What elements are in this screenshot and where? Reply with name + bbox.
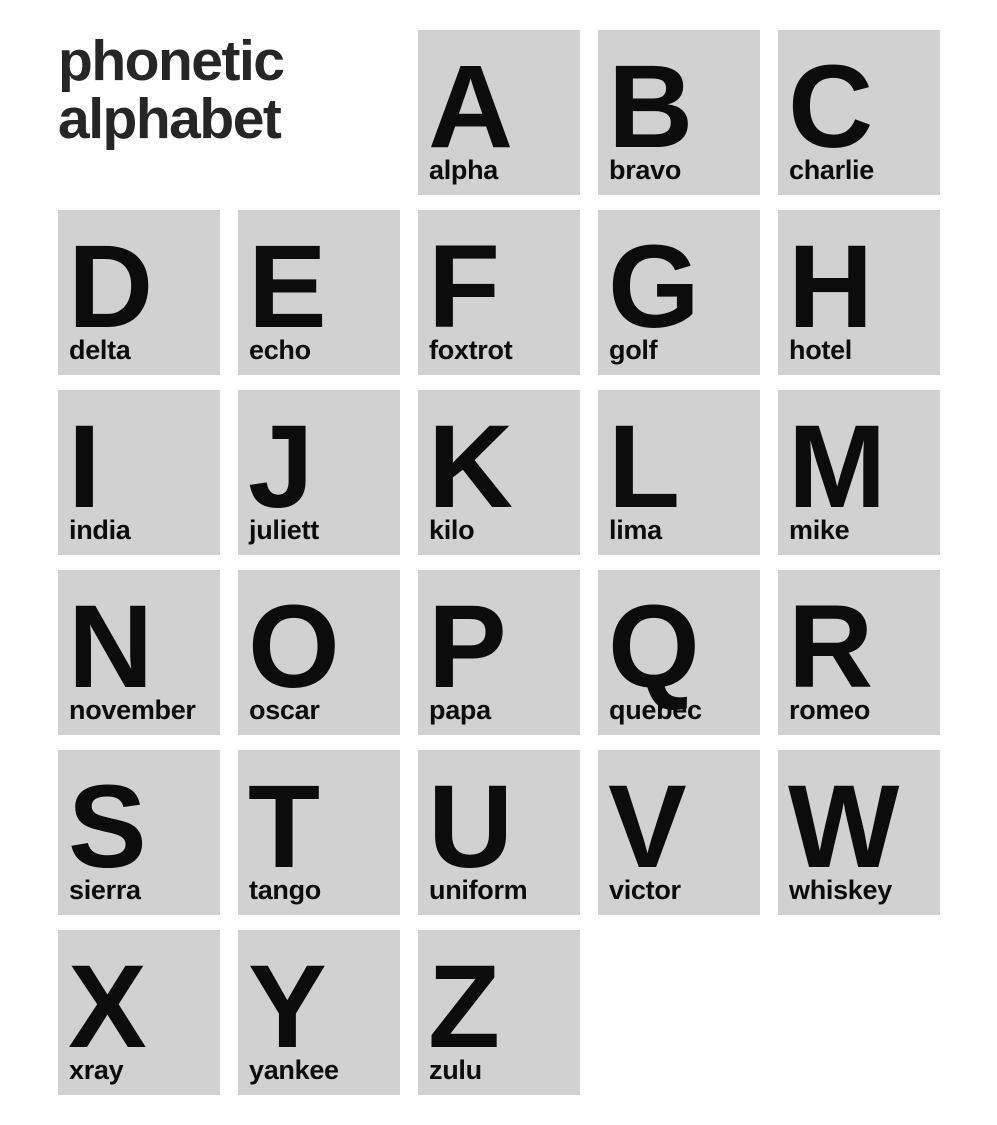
alphabet-cell-k[interactable]: Kkilo (418, 390, 580, 555)
alphabet-cell-i[interactable]: Iindia (58, 390, 220, 555)
alphabet-cell-l[interactable]: Llima (598, 390, 760, 555)
cell-codeword: zulu (429, 1055, 482, 1085)
cell-codeword: kilo (429, 515, 475, 545)
cell-letter: I (68, 401, 101, 533)
cell-codeword: hotel (789, 335, 852, 365)
cell-letter: R (788, 581, 873, 713)
cell-letter: Q (608, 581, 700, 713)
cell-letter: S (68, 761, 147, 893)
cell-letter: W (788, 761, 899, 893)
cell-codeword: uniform (429, 875, 528, 905)
cell-letter: P (428, 581, 507, 713)
cell-codeword: yankee (249, 1055, 339, 1085)
cell-letter: B (608, 41, 693, 173)
alphabet-cell-h[interactable]: Hhotel (778, 210, 940, 375)
alphabet-cell-x[interactable]: Xxray (58, 930, 220, 1095)
cell-codeword: alpha (429, 155, 499, 185)
cell-codeword: charlie (789, 155, 874, 185)
alphabet-cell-g[interactable]: Ggolf (598, 210, 760, 375)
cell-letter: G (608, 221, 700, 353)
cell-letter: V (608, 761, 687, 893)
alphabet-cell-q[interactable]: Qquebec (598, 570, 760, 735)
cell-letter: L (608, 401, 680, 533)
cell-codeword: xray (69, 1055, 124, 1085)
alphabet-cell-r[interactable]: Rromeo (778, 570, 940, 735)
cell-codeword: golf (609, 335, 658, 365)
cell-letter: Y (248, 941, 327, 1073)
cell-codeword: papa (429, 695, 491, 725)
cell-letter: J (248, 401, 314, 533)
cell-codeword: oscar (249, 695, 320, 725)
cell-codeword: november (69, 695, 196, 725)
alphabet-cell-e[interactable]: Eecho (238, 210, 400, 375)
cell-codeword: echo (249, 335, 311, 365)
alphabet-cell-a[interactable]: Aalpha (418, 30, 580, 195)
alphabet-cell-u[interactable]: Uuniform (418, 750, 580, 915)
cell-letter: M (788, 401, 886, 533)
alphabet-cell-n[interactable]: Nnovember (58, 570, 220, 735)
cell-codeword: quebec (609, 695, 702, 725)
cell-letter: N (68, 581, 153, 713)
cell-codeword: mike (789, 515, 850, 545)
alphabet-cell-c[interactable]: Ccharlie (778, 30, 940, 195)
alphabet-cell-z[interactable]: Zzulu (418, 930, 580, 1095)
cell-letter: C (788, 41, 873, 173)
cell-codeword: delta (69, 335, 131, 365)
alphabet-cell-p[interactable]: Ppapa (418, 570, 580, 735)
cell-codeword: victor (609, 875, 681, 905)
cell-codeword: bravo (609, 155, 682, 185)
alphabet-cell-v[interactable]: Vvictor (598, 750, 760, 915)
cell-letter: X (68, 941, 147, 1073)
cell-codeword: foxtrot (429, 335, 513, 365)
alphabet-cell-m[interactable]: Mmike (778, 390, 940, 555)
cell-letter: K (428, 401, 513, 533)
alphabet-cell-o[interactable]: Ooscar (238, 570, 400, 735)
cell-codeword: sierra (69, 875, 141, 905)
cell-codeword: romeo (789, 695, 871, 725)
alphabet-cell-f[interactable]: Ffoxtrot (418, 210, 580, 375)
alphabet-cell-d[interactable]: Ddelta (58, 210, 220, 375)
page-title-text: phonetic alphabet (58, 29, 285, 152)
alphabet-cell-y[interactable]: Yyankee (238, 930, 400, 1095)
cell-codeword: india (69, 515, 131, 545)
cell-letter: Z (428, 941, 500, 1073)
cell-letter: T (248, 761, 320, 893)
cell-letter: A (428, 41, 513, 173)
cell-letter: D (68, 221, 153, 353)
alphabet-cell-w[interactable]: Wwhiskey (778, 750, 940, 915)
alphabet-cell-j[interactable]: Jjuliett (238, 390, 400, 555)
alphabet-grid: phonetic alphabet Aalpha Bbravo Ccharlie Dd… (58, 30, 940, 1095)
cell-letter: E (248, 221, 327, 353)
cell-codeword: tango (249, 875, 321, 905)
alphabet-cell-t[interactable]: Ttango (238, 750, 400, 915)
cell-codeword: juliett (249, 515, 319, 545)
cell-letter: H (788, 221, 873, 353)
alphabet-cell-s[interactable]: Ssierra (58, 750, 220, 915)
alphabet-cell-b[interactable]: Bbravo (598, 30, 760, 195)
page-title: phonetic alphabet (58, 30, 400, 195)
phonetic-alphabet-sheet: phonetic alphabet Aalpha Bbravo Ccharlie Dd… (0, 0, 997, 1125)
cell-letter: U (428, 761, 513, 893)
cell-codeword: whiskey (789, 875, 892, 905)
cell-letter: O (248, 581, 340, 713)
cell-letter: F (428, 221, 500, 353)
cell-codeword: lima (609, 515, 662, 545)
